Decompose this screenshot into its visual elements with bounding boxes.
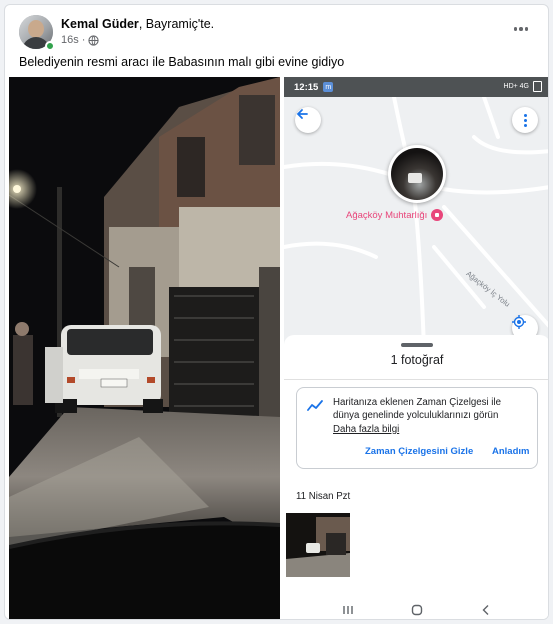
my-location-icon	[512, 315, 526, 329]
post-photo-street[interactable]	[9, 77, 280, 619]
online-status-dot	[45, 41, 55, 51]
timeline-info-card: Haritanıza eklenen Zaman Çizelgesi ile d…	[296, 387, 538, 469]
post-caption: Belediyenin resmi aracı ile Babasının ma…	[19, 55, 345, 69]
photo-location-pin[interactable]	[388, 145, 446, 203]
network-text: HD+ 4G	[503, 83, 529, 90]
recent-apps-button[interactable]	[338, 603, 358, 617]
thumbnail-image	[286, 513, 350, 577]
timeline-icon	[307, 400, 323, 411]
more-vertical-icon	[523, 113, 527, 117]
author-name[interactable]: Kemal Güder	[61, 17, 139, 31]
more-dot	[519, 27, 523, 31]
photo-thumbnail[interactable]	[286, 513, 350, 577]
post-photo-phone-screenshot[interactable]: 12:15 m HD+ 4G Ağaçköy Muhtarlığı Ağaçkö…	[284, 77, 548, 619]
status-time: 12:15	[294, 81, 319, 93]
post-options-button[interactable]	[510, 21, 532, 37]
battery-icon	[533, 81, 542, 92]
sheet-drag-handle[interactable]	[401, 343, 433, 347]
facebook-post: Kemal Güder, Bayramiç'te. 16s · Belediye…	[4, 4, 549, 620]
more-dot	[523, 118, 527, 122]
poi-label: Ağaçköy Muhtarlığı	[346, 209, 428, 221]
got-it-button[interactable]: Anladım	[492, 446, 529, 457]
hide-timeline-button[interactable]: Zaman Çizelgesini Gizle	[365, 446, 473, 457]
learn-more-link[interactable]: Daha fazla bilgi	[333, 424, 399, 435]
bottom-sheet: 1 fotoğraf Haritanıza eklenen Zaman Çize…	[284, 335, 548, 619]
pin-photo-van	[408, 173, 422, 183]
avatar-face	[28, 20, 44, 38]
back-button[interactable]	[295, 107, 321, 133]
notification-badge: m	[323, 82, 334, 92]
place-marker-icon	[431, 209, 444, 221]
map-roads	[284, 97, 548, 349]
phone-status-bar: 12:15 m HD+ 4G	[284, 77, 548, 97]
van-shape	[45, 325, 163, 413]
arrow-left-icon	[296, 109, 308, 119]
post-meta: 16s ·	[61, 34, 100, 46]
more-dot	[523, 123, 527, 127]
street-photo-illustration	[9, 77, 280, 619]
sheet-divider	[284, 379, 548, 380]
author-line: Kemal Güder, Bayramiç'te.	[61, 17, 214, 31]
back-nav-button[interactable]	[476, 603, 496, 617]
status-icons: HD+ 4G	[504, 81, 542, 92]
map-view[interactable]: Ağaçköy Muhtarlığı Ağaçköy İç Yolu	[284, 97, 548, 349]
meta-separator: ·	[81, 34, 86, 46]
more-horizontal-icon	[513, 27, 518, 31]
post-header: Kemal Güder, Bayramiç'te. 16s ·	[15, 13, 538, 51]
back-icon	[482, 605, 489, 615]
globe-icon	[88, 34, 100, 46]
poi-marker[interactable]: Ağaçköy Muhtarlığı	[346, 209, 444, 221]
date-label: 11 Nisan Pzt	[296, 491, 351, 502]
photo-count: 1 fotoğraf	[390, 353, 444, 367]
location-text[interactable]: , Bayramiç'te.	[139, 17, 214, 31]
more-dot	[524, 27, 529, 31]
home-nav-button[interactable]	[407, 603, 427, 617]
map-more-button[interactable]	[512, 107, 538, 133]
recent-apps-icon	[343, 606, 353, 614]
home-icon	[411, 604, 423, 616]
card-text: Haritanıza eklenen Zaman Çizelgesi ile d…	[333, 397, 501, 421]
post-time[interactable]: 16s	[61, 34, 79, 46]
